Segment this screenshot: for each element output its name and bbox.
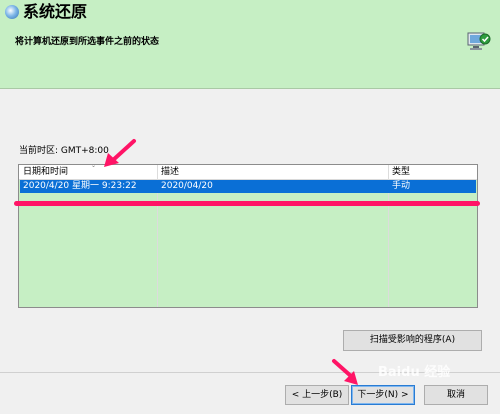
scan-affected-programs-button[interactable]: 扫描受影响的程序(A) bbox=[343, 330, 482, 351]
wizard-subtitle: 将计算机还原到所选事件之前的状态 bbox=[15, 37, 160, 47]
system-restore-icon bbox=[5, 5, 19, 19]
cell-datetime: 2020/4/20 星期一 9:23:22 bbox=[23, 181, 137, 191]
watermark: Baidu 经验 bbox=[378, 365, 451, 380]
restore-point-list[interactable]: 日期和时间 ⌄ 描述 类型 2020/4/20 星期一 9:23:22 2020… bbox=[18, 164, 478, 308]
wizard-header: 将计算机还原到所选事件之前的状态 bbox=[0, 24, 500, 89]
wizard-content: 当前时区: GMT+8:00 日期和时间 ⌄ 描述 类型 2020/4/20 星… bbox=[0, 89, 500, 414]
column-header-description[interactable]: 描述 bbox=[161, 166, 179, 178]
sort-chevron-icon: ⌄ bbox=[91, 164, 97, 169]
annotation-arrow-icon bbox=[104, 139, 136, 167]
back-button[interactable]: < 上一步(B) bbox=[285, 385, 349, 405]
cancel-button[interactable]: 取消 bbox=[424, 385, 488, 405]
window-title: 系统还原 bbox=[23, 2, 88, 21]
annotation-underline bbox=[14, 201, 480, 206]
title-bar: 系统还原 bbox=[0, 0, 500, 24]
table-header: 日期和时间 ⌄ 描述 类型 bbox=[19, 165, 477, 180]
column-header-type[interactable]: 类型 bbox=[392, 166, 410, 178]
cell-type: 手动 bbox=[392, 181, 411, 191]
timezone-label: 当前时区: GMT+8:00 bbox=[19, 146, 109, 156]
cell-description: 2020/04/20 bbox=[161, 181, 213, 191]
column-header-datetime[interactable]: 日期和时间 bbox=[23, 166, 68, 178]
next-button[interactable]: 下一步(N) > bbox=[351, 385, 415, 405]
table-row[interactable]: 2020/4/20 星期一 9:23:22 2020/04/20 手动 bbox=[20, 180, 476, 193]
computer-restore-icon bbox=[467, 32, 491, 50]
